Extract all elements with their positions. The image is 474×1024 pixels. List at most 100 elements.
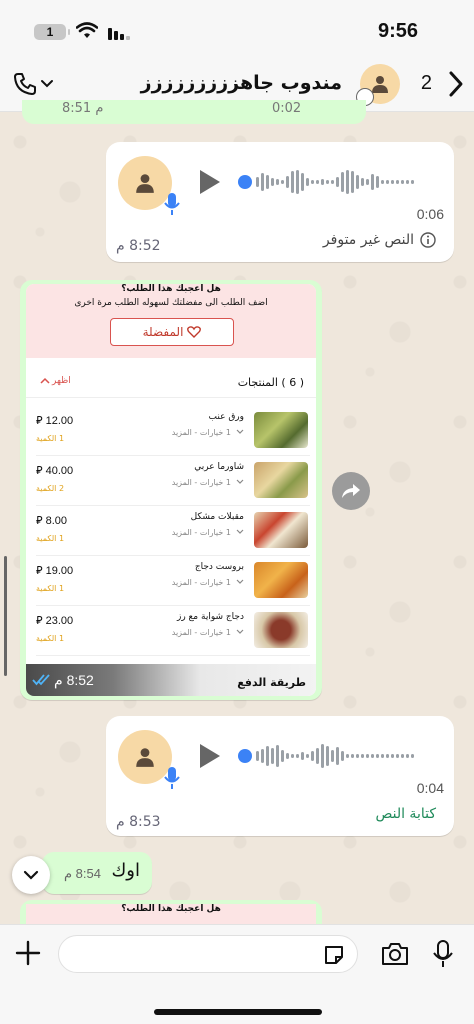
playhead[interactable]: [238, 175, 252, 189]
product-name: ورق عنب: [208, 412, 244, 422]
sender-avatar: [118, 730, 180, 789]
play-icon[interactable]: [200, 744, 220, 768]
playhead[interactable]: [238, 749, 252, 763]
chevron-down-icon: [23, 870, 39, 880]
product-options[interactable]: 1 خيارات - المزيد: [172, 628, 244, 637]
show-products-toggle[interactable]: اظهر: [40, 376, 71, 386]
play-icon[interactable]: [200, 170, 220, 194]
person-icon: [136, 748, 154, 767]
person-icon: [372, 76, 388, 93]
product-quantity: 2 الكمية: [36, 484, 65, 493]
show-label: اظهر: [52, 376, 71, 386]
signal-icon: [108, 28, 130, 40]
chevron-down-icon: [236, 629, 244, 634]
riyal-icon: ⃁: [36, 465, 46, 477]
sender-avatar: [118, 156, 180, 215]
message-bubble-partial: 8:51 م 0:02: [22, 100, 366, 124]
message-input-bar: [0, 924, 474, 1024]
product-row[interactable]: ورق عنب 1 خيارات - المزيد ⃁ 12.00 1 الكم…: [36, 406, 310, 456]
camera-icon[interactable]: [380, 941, 410, 967]
favorite-label: المفضلة: [142, 325, 184, 339]
card-footer: 8:52 م طريقة الدفع: [26, 664, 316, 696]
product-name: بروست دجاج: [194, 562, 244, 572]
waveform[interactable]: [238, 168, 438, 196]
transcript-unavailable: النص غير متوفر: [323, 232, 436, 248]
status-bar: 1 9:56: [0, 0, 474, 56]
message-time: 8:52 م: [54, 672, 94, 688]
microphone-icon[interactable]: [432, 939, 454, 969]
products-title: ( 6 ) المنتجات: [237, 376, 304, 389]
product-options[interactable]: 1 خيارات - المزيد: [172, 478, 244, 487]
favorite-prompt: هل اعجبك هذا الطلب؟ اضف الطلب الى مفضلتك…: [26, 284, 316, 358]
message-time: 8:53 م: [116, 814, 161, 830]
product-quantity: 1 الكمية: [36, 634, 65, 643]
favorite-subtitle: اضف الطلب الى مفضلتك لسهوله الطلب مرة اخ…: [74, 298, 268, 308]
status-time: 9:56: [377, 20, 418, 42]
message-time: 8:54 م: [64, 866, 101, 881]
voice-message[interactable]: 0:04 8:53 م كتابة النص: [106, 716, 454, 836]
product-price: ⃁ 8.00: [36, 515, 68, 527]
contact-avatar[interactable]: [356, 64, 400, 106]
payment-method-label: طريقة الدفع: [237, 676, 306, 689]
forward-icon: [342, 484, 360, 498]
product-options[interactable]: 1 خيارات - المزيد: [172, 528, 244, 537]
product-row[interactable]: شاورما عربي 1 خيارات - المزيد ⃁ 40.00 2 …: [36, 456, 310, 506]
waveform[interactable]: [238, 742, 438, 770]
transcript-note: النص غير متوفر: [322, 232, 414, 248]
message-input[interactable]: [58, 935, 358, 973]
product-name: مقبلات مشكل: [190, 512, 244, 522]
product-quantity: 1 الكمية: [36, 534, 65, 543]
voice-duration: 0:06: [416, 206, 444, 222]
riyal-icon: ⃁: [36, 415, 46, 427]
product-image: [254, 412, 308, 448]
mic-icon: [164, 767, 180, 789]
order-card-message-partial[interactable]: هل اعجبك هذا الطلب؟: [20, 900, 322, 924]
product-row[interactable]: دجاج شواية مع رز 1 خيارات - المزيد ⃁ 23.…: [36, 606, 310, 656]
chevron-down-icon: [236, 529, 244, 534]
product-price: ⃁ 19.00: [36, 565, 74, 577]
scroll-indicator[interactable]: [4, 556, 7, 676]
favorite-question: هل اعجبك هذا الطلب؟: [26, 904, 316, 924]
favorite-question: هل اعجبك هذا الطلب؟: [121, 284, 221, 294]
product-name: شاورما عربي: [194, 462, 244, 472]
heart-icon: [187, 326, 202, 338]
product-row[interactable]: مقبلات مشكل 1 خيارات - المزيد ⃁ 8.00 1 ا…: [36, 506, 310, 556]
order-card-message[interactable]: هل اعجبك هذا الطلب؟ اضف الطلب الى مفضلتك…: [20, 280, 322, 700]
chevron-up-icon: [40, 377, 50, 384]
chevron-down-icon: [41, 80, 53, 88]
voice-message[interactable]: 0:06 8:52 م النص غير متوفر: [106, 142, 454, 262]
chevron-down-icon: [236, 579, 244, 584]
contact-name[interactable]: مندوب جاهززززززززز: [141, 72, 343, 94]
favorite-button[interactable]: المفضلة: [110, 318, 234, 346]
product-name: دجاج شواية مع رز: [176, 612, 244, 622]
plus-icon[interactable]: [14, 939, 42, 967]
back-chevron-icon[interactable]: [448, 70, 464, 98]
call-button[interactable]: [12, 68, 60, 100]
message-time: 8:52 م: [116, 238, 161, 254]
products-header: ( 6 ) المنتجات اظهر: [26, 370, 316, 398]
forward-button[interactable]: [332, 472, 370, 510]
message-time: 8:51 م: [62, 101, 104, 116]
text-message[interactable]: اوك 8:54 م: [42, 852, 152, 894]
scroll-down-button[interactable]: [12, 856, 50, 894]
product-image: [254, 462, 308, 498]
info-icon: [420, 232, 436, 248]
phone-icon: [14, 73, 36, 95]
person-icon: [136, 174, 154, 193]
wifi-icon: [76, 22, 98, 38]
message-text: اوك: [111, 860, 140, 881]
sticker-icon[interactable]: [322, 943, 346, 967]
product-price: ⃁ 23.00: [36, 615, 74, 627]
voice-duration: 0:02: [272, 101, 302, 116]
battery-indicator: 1: [34, 24, 70, 40]
product-options[interactable]: 1 خيارات - المزيد: [172, 428, 244, 437]
product-row[interactable]: بروست دجاج 1 خيارات - المزيد ⃁ 19.00 1 ا…: [36, 556, 310, 606]
product-options[interactable]: 1 خيارات - المزيد: [172, 578, 244, 587]
riyal-icon: ⃁: [36, 615, 46, 627]
home-indicator: [154, 1009, 322, 1015]
voice-duration: 0:04: [416, 780, 444, 796]
double-check-icon: [32, 674, 50, 686]
riyal-icon: ⃁: [36, 515, 46, 527]
mic-icon: [164, 193, 180, 215]
transcribe-link[interactable]: كتابة النص: [375, 806, 436, 822]
